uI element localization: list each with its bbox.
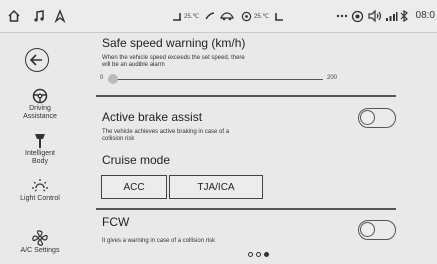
page-dot[interactable] [248,252,253,257]
active-brake-description-line1: The vehicle achieves active braking in c… [102,129,230,135]
sidebar-label: Light Control [20,195,60,202]
sidebar-label: Intelligent [25,150,55,157]
safe-speed-slider[interactable] [108,79,323,80]
fcw-title: FCW [102,215,130,229]
bluetooth-icon [399,7,409,25]
section-divider [96,208,396,210]
status-bar: 25.℃ 25.℃ 08:0 [0,0,437,33]
settings-sidebar: Driving Assistance Intelligent Body Ligh… [0,33,96,264]
signal-icon [384,7,398,25]
safe-speed-description-line1: When the vehicle speed exceeds the set s… [102,55,245,61]
location-icon[interactable] [350,7,364,25]
sidebar-label: Body [32,158,48,165]
back-arrow-icon [30,54,42,66]
wrench-icon [0,132,80,150]
sidebar-item-driving-assistance[interactable]: Driving Assistance [0,87,80,121]
fan-icon [0,229,80,247]
active-brake-title: Active brake assist [102,110,203,124]
sidebar-label: Assistance [23,113,57,120]
safe-speed-slider-handle[interactable] [108,74,118,84]
navigation-arrow-icon[interactable] [52,7,68,25]
fan-icon[interactable] [240,7,252,25]
sidebar-label: A/C Settings [20,247,60,254]
ac-icon[interactable] [219,7,235,25]
slider-min-label: 0 [100,75,104,81]
safe-speed-title: Safe speed warning (km/h) [102,36,246,50]
slider-max-label: 200 [327,75,338,81]
fan-small-icon[interactable] [204,7,216,25]
page-indicator [248,252,269,257]
volume-icon[interactable] [366,7,382,25]
fcw-description: It gives a warning in case of a collisio… [102,238,216,244]
toggle-knob [360,110,375,125]
seat-heat-left-icon[interactable] [170,7,184,25]
toggle-knob [360,222,375,237]
page-dot-active[interactable] [264,252,269,257]
sidebar-item-ac-settings[interactable]: A/C Settings [0,229,80,255]
clock-time: 08:0 [415,10,435,21]
more-icon[interactable] [336,7,348,25]
safe-speed-description-line2: will be an audible alarm [102,62,165,68]
section-divider [96,95,396,97]
active-brake-toggle[interactable] [358,108,396,128]
seat-heat-right-icon[interactable] [272,7,286,25]
steering-wheel-icon [0,87,80,105]
sidebar-label: Driving [29,105,51,112]
back-button[interactable] [25,48,49,72]
cruise-mode-acc-button[interactable]: ACC [101,175,167,199]
music-note-icon[interactable] [31,7,47,25]
home-icon[interactable] [6,7,22,25]
sidebar-item-light-control[interactable]: Light Control [0,177,80,203]
page-dot[interactable] [256,252,261,257]
cruise-mode-tja-ica-button[interactable]: TJA/ICA [169,175,263,199]
left-temperature[interactable]: 25.℃ [184,13,199,20]
sidebar-item-intelligent-body[interactable]: Intelligent Body [0,132,80,166]
fcw-toggle[interactable] [358,220,396,240]
right-temperature[interactable]: 25.℃ [254,13,269,20]
active-brake-description-line2: collision risk [102,136,135,142]
cruise-mode-title: Cruise mode [102,153,171,167]
settings-content: Safe speed warning (km/h) When the vehic… [96,33,437,264]
sun-icon [0,177,80,195]
